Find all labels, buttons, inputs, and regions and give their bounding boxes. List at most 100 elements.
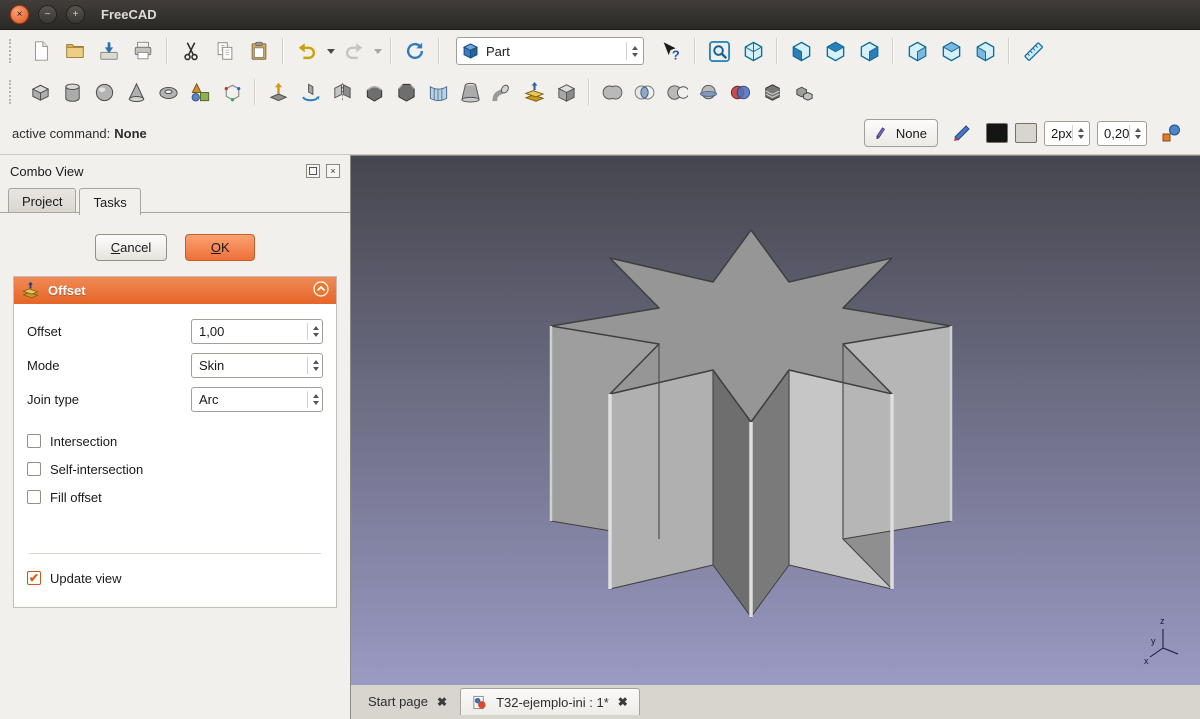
cancel-button[interactable]: Cancel (95, 234, 167, 261)
save-icon (98, 40, 120, 62)
offset-value-input[interactable]: 1,00 (191, 319, 323, 344)
redo-button[interactable] (337, 35, 371, 67)
part-section-button[interactable] (692, 76, 724, 108)
face-color-swatch[interactable] (1015, 123, 1037, 143)
text-scale-spinner[interactable]: 0,20 (1097, 121, 1147, 146)
collapse-section-button[interactable] (313, 281, 329, 300)
ok-button[interactable]: OK (185, 234, 255, 261)
redo-history-dropdown[interactable] (371, 35, 384, 67)
part-shape-builder-button[interactable] (216, 76, 248, 108)
save-button[interactable] (92, 35, 126, 67)
window-close-button[interactable]: × (10, 5, 29, 24)
chevron-down-icon (374, 49, 382, 54)
part-union-button[interactable] (596, 76, 628, 108)
window-maximize-button[interactable]: + (66, 5, 85, 24)
part-cut-button[interactable] (660, 76, 692, 108)
self-intersection-checkbox[interactable]: ✔ (27, 462, 41, 476)
part-compound-button[interactable] (788, 76, 820, 108)
fill-offset-option[interactable]: ✔ Fill offset (27, 483, 323, 511)
part-torus-button[interactable] (152, 76, 184, 108)
boolean-icon (729, 81, 752, 104)
toolbar-handle[interactable] (9, 80, 19, 104)
intersection-checkbox[interactable]: ✔ (27, 434, 41, 448)
offset-star-solid[interactable] (551, 230, 951, 617)
titlebar: × − + FreeCAD (0, 0, 1200, 30)
window-minimize-button[interactable]: − (38, 5, 57, 24)
layer-button[interactable]: None (864, 119, 938, 147)
self-intersection-option[interactable]: ✔ Self-intersection (27, 455, 323, 483)
update-view-checkbox[interactable]: ✔ (27, 571, 41, 585)
fillet-icon (363, 81, 386, 104)
measure-button[interactable] (1016, 35, 1050, 67)
part-fillet-button[interactable] (358, 76, 390, 108)
part-primitives-button[interactable] (184, 76, 216, 108)
part-box-button[interactable] (24, 76, 56, 108)
part-cone-button[interactable] (120, 76, 152, 108)
open-file-button[interactable] (58, 35, 92, 67)
refresh-button[interactable] (398, 35, 432, 67)
undo-history-dropdown[interactable] (324, 35, 337, 67)
rear-view-button[interactable] (900, 35, 934, 67)
3d-viewport[interactable]: z y x (350, 155, 1200, 685)
close-tab-icon[interactable]: ✖ (618, 696, 628, 708)
part-ruled-surface-button[interactable] (422, 76, 454, 108)
line-color-swatch[interactable] (986, 123, 1008, 143)
axonometric-view-button[interactable] (736, 35, 770, 67)
loft-icon (459, 81, 482, 104)
part-thickness-button[interactable] (550, 76, 582, 108)
freecad-window: × − + FreeCAD Part ? (0, 0, 1200, 719)
bottom-view-button[interactable] (934, 35, 968, 67)
copy-button[interactable] (208, 35, 242, 67)
float-panel-button[interactable] (306, 164, 320, 178)
part-cross-sections-button[interactable] (756, 76, 788, 108)
tab-project[interactable]: Project (8, 188, 76, 214)
join-type-select[interactable]: Arc (191, 387, 323, 412)
fill-offset-checkbox[interactable]: ✔ (27, 490, 41, 504)
doc-tab-start-page[interactable]: Start page ✖ (357, 688, 458, 715)
tab-tasks[interactable]: Tasks (79, 188, 140, 215)
style-pencil-icon (952, 123, 972, 143)
part-sweep-button[interactable] (486, 76, 518, 108)
common-icon (633, 81, 656, 104)
offset-task-header[interactable]: Offset (14, 277, 336, 304)
fit-all-icon (708, 40, 731, 63)
cut-button[interactable] (174, 35, 208, 67)
left-view-button[interactable] (968, 35, 1002, 67)
paste-button[interactable] (242, 35, 276, 67)
top-view-button[interactable] (818, 35, 852, 67)
whats-this-button[interactable]: ? (654, 35, 688, 67)
draft-style-button[interactable] (945, 117, 979, 149)
part-toolbar (0, 72, 1200, 112)
fill-offset-label: Fill offset (50, 490, 102, 505)
intersection-option[interactable]: ✔ Intersection (27, 427, 323, 455)
autogroup-button[interactable] (1154, 117, 1188, 149)
active-command-value: None (114, 126, 147, 141)
close-panel-button[interactable]: × (326, 164, 340, 178)
workbench-selector[interactable]: Part (456, 37, 644, 65)
front-view-button[interactable] (784, 35, 818, 67)
part-chamfer-button[interactable] (390, 76, 422, 108)
part-extrude-button[interactable] (262, 76, 294, 108)
print-button[interactable] (126, 35, 160, 67)
new-file-button[interactable] (24, 35, 58, 67)
update-view-option[interactable]: ✔ Update view (27, 564, 323, 592)
toolbar-handle[interactable] (9, 39, 19, 63)
3d-view-canvas[interactable]: z y x (351, 156, 1199, 684)
part-loft-button[interactable] (454, 76, 486, 108)
line-width-spinner[interactable]: 2px (1044, 121, 1090, 146)
part-sphere-button[interactable] (88, 76, 120, 108)
part-mirror-button[interactable] (326, 76, 358, 108)
window-close-icon: × (17, 10, 23, 20)
doc-tab-ejemplo[interactable]: T32-ejemplo-ini : 1* ✖ (460, 688, 640, 715)
close-tab-icon[interactable]: ✖ (437, 696, 447, 708)
undo-button[interactable] (290, 35, 324, 67)
part-cylinder-button[interactable] (56, 76, 88, 108)
part-revolve-button[interactable] (294, 76, 326, 108)
measure-icon (1022, 40, 1045, 63)
mode-select[interactable]: Skin (191, 353, 323, 378)
part-common-button[interactable] (628, 76, 660, 108)
part-boolean-button[interactable] (724, 76, 756, 108)
fit-all-button[interactable] (702, 35, 736, 67)
right-view-button[interactable] (852, 35, 886, 67)
part-offset-button[interactable] (518, 76, 550, 108)
